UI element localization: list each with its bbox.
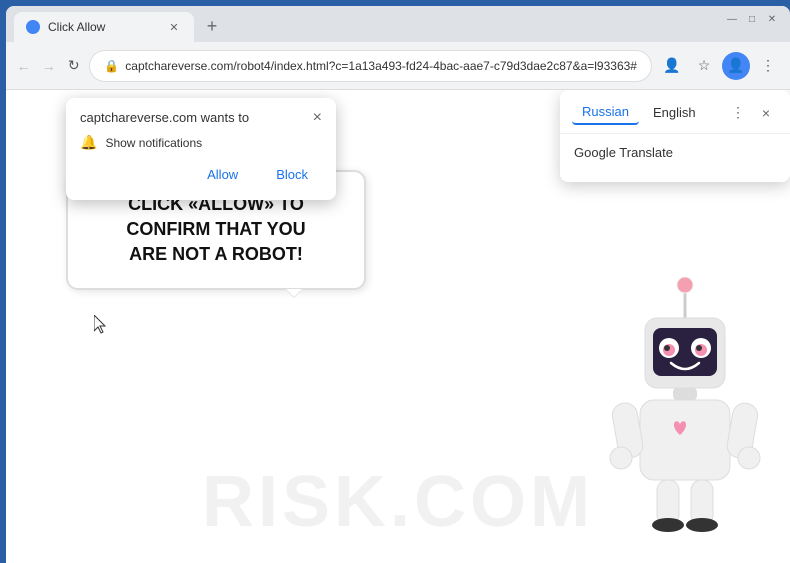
translate-header: Russian English ⋮ × <box>560 100 790 134</box>
back-button[interactable]: ← <box>14 52 33 80</box>
watermark: RISK.COM <box>202 461 594 543</box>
tab-close-button[interactable]: ✕ <box>166 19 182 35</box>
notification-content: 🔔 Show notifications <box>80 134 322 151</box>
bookmark-button[interactable]: ☆ <box>690 52 718 80</box>
profile-button[interactable]: 👤 <box>722 52 750 80</box>
address-actions: 👤 ☆ 👤 ⋮ <box>658 52 782 80</box>
translate-more-button[interactable]: ⋮ <box>726 101 750 125</box>
notification-buttons: Allow Block <box>80 161 322 188</box>
window-controls: — □ ✕ <box>726 13 778 25</box>
active-tab[interactable]: Click Allow ✕ <box>14 12 194 42</box>
tab-bar: Click Allow ✕ + <box>6 6 790 42</box>
translate-close-button[interactable]: × <box>754 101 778 125</box>
translate-tab-russian[interactable]: Russian <box>572 100 639 125</box>
minimize-button[interactable]: — <box>726 13 738 25</box>
translate-tab-english[interactable]: English <box>643 101 706 124</box>
notification-close-button[interactable]: × <box>313 110 322 126</box>
new-tab-button[interactable]: + <box>198 12 226 40</box>
notification-header: captchareverse.com wants to × <box>80 110 322 126</box>
close-button[interactable]: ✕ <box>766 13 778 25</box>
tab-title: Click Allow <box>48 20 158 34</box>
more-button[interactable]: ⋮ <box>754 52 782 80</box>
block-button[interactable]: Block <box>262 161 322 188</box>
translate-popup: Russian English ⋮ × Google Translate <box>560 90 790 182</box>
url-text: captchareverse.com/robot4/index.html?c=1… <box>125 59 637 73</box>
notification-description: Show notifications <box>105 136 202 150</box>
speech-bubble-text: CLICK «ALLOW» TO CONFIRM THAT YOU ARE NO… <box>92 192 340 268</box>
maximize-button[interactable]: □ <box>746 13 758 25</box>
translate-service-label: Google Translate <box>574 145 673 160</box>
address-bar: ← → ↻ 🔒 captchareverse.com/robot4/index.… <box>6 42 790 90</box>
notification-popup: captchareverse.com wants to × 🔔 Show not… <box>66 98 336 200</box>
accounts-button[interactable]: 👤 <box>658 52 686 80</box>
bell-icon: 🔔 <box>80 134 97 151</box>
reload-button[interactable]: ↻ <box>64 52 83 80</box>
allow-button[interactable]: Allow <box>193 161 252 188</box>
tab-favicon <box>26 20 40 34</box>
lock-icon: 🔒 <box>104 59 119 73</box>
forward-button[interactable]: → <box>39 52 58 80</box>
robot-illustration <box>580 263 790 563</box>
mouse-cursor <box>94 315 106 333</box>
address-input[interactable]: 🔒 captchareverse.com/robot4/index.html?c… <box>89 50 652 82</box>
translate-content: Google Translate <box>560 134 790 172</box>
notification-title: captchareverse.com wants to <box>80 110 249 125</box>
page-content: RISK.COM captchareverse.com wants to × 🔔… <box>6 90 790 563</box>
translate-actions: ⋮ × <box>726 101 778 125</box>
